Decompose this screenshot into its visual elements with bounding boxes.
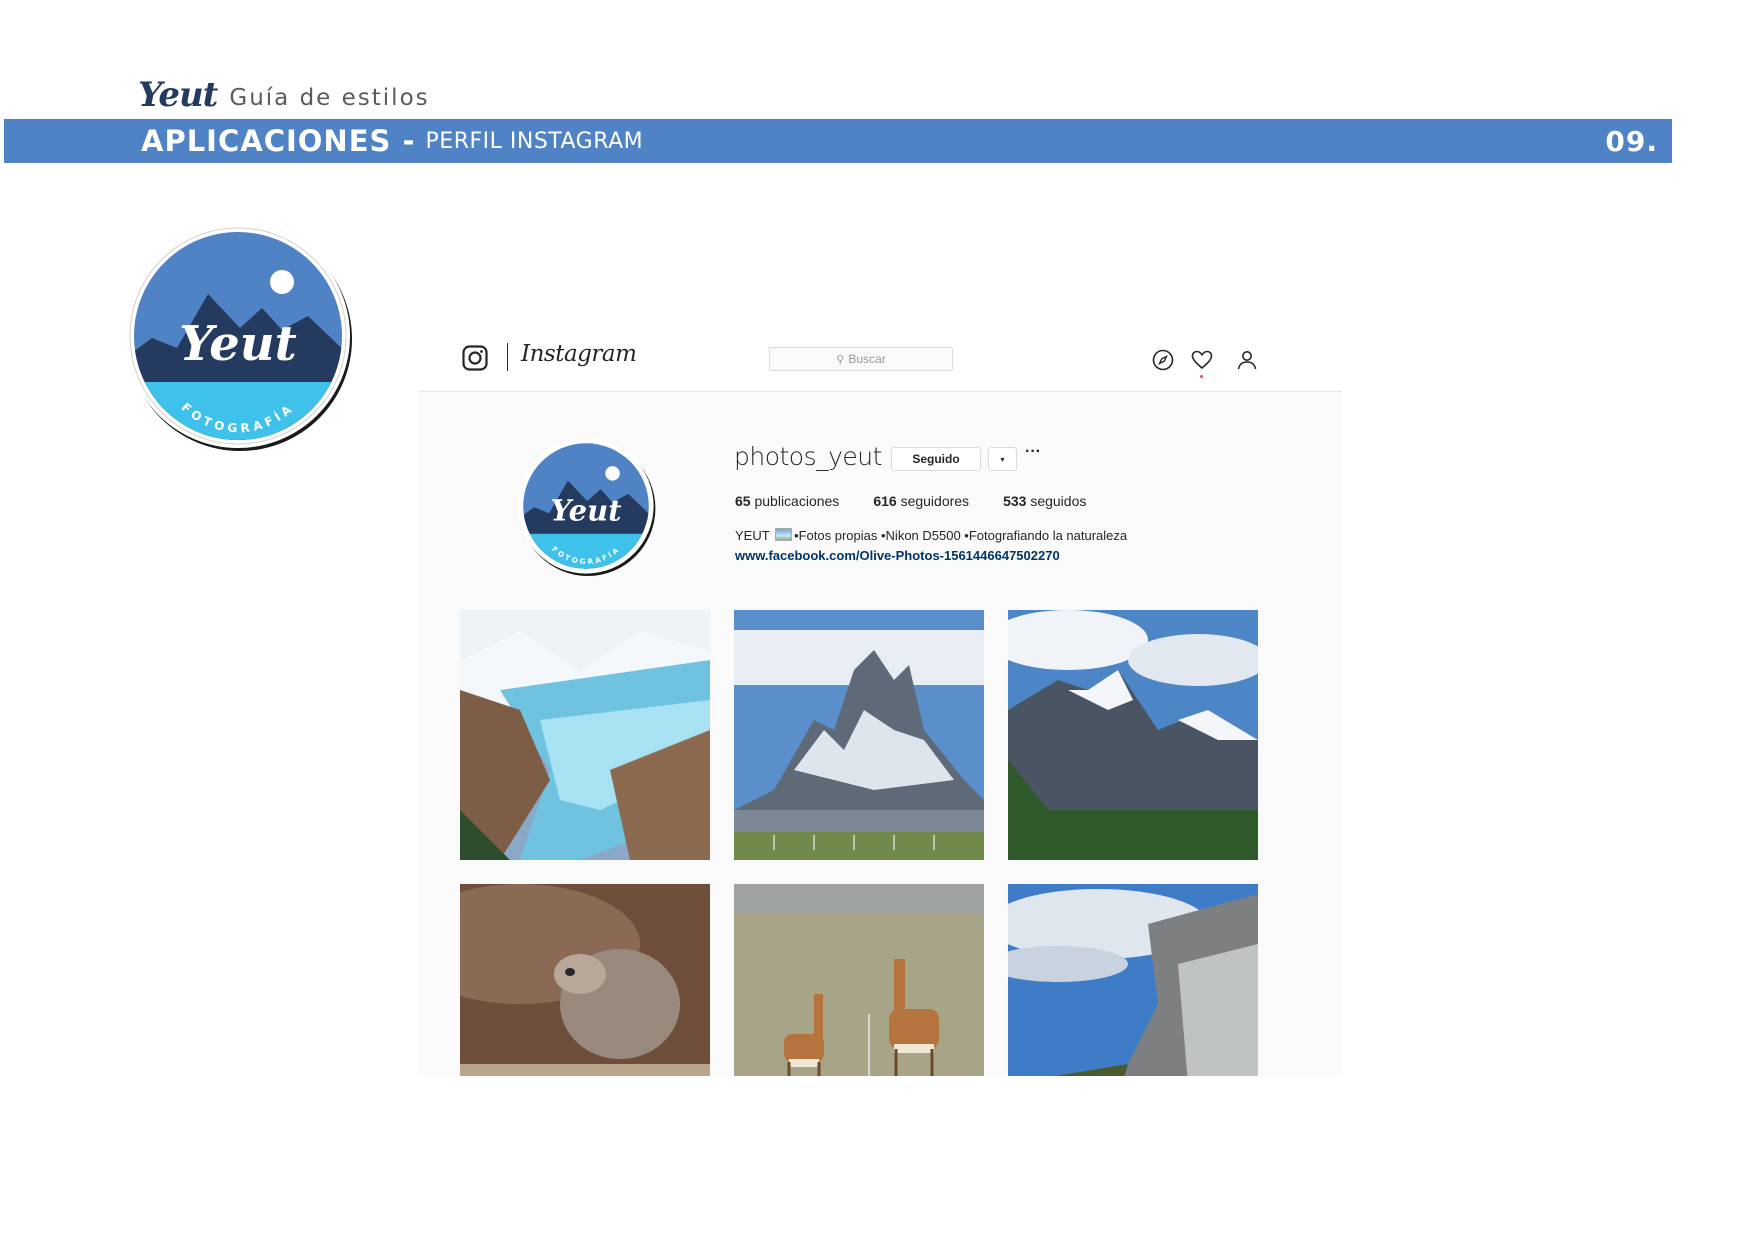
post-thumbnail[interactable] (1008, 884, 1258, 1076)
instagram-wordmark[interactable]: Instagram (521, 341, 637, 367)
post-thumbnail[interactable] (460, 884, 710, 1076)
section-title: APLICACIONES - (141, 124, 416, 158)
search-input[interactable]: ⚲ Buscar (769, 347, 953, 371)
navbar-divider (507, 343, 508, 371)
logo-badge-large: Yeut FOTOGRAFÍA (122, 220, 354, 452)
post-thumbnail[interactable] (460, 610, 710, 860)
profile-bio: YEUT •Fotos propias •Nikon D5500 •Fotogr… (735, 528, 1127, 543)
notification-dot (1200, 375, 1203, 378)
post-thumbnail[interactable] (734, 610, 984, 860)
page-number: 09. (1605, 124, 1658, 158)
instagram-camera-icon[interactable] (462, 345, 488, 371)
user-icon[interactable] (1235, 348, 1259, 372)
stat-followers[interactable]: 616 seguidores (873, 493, 969, 509)
guide-header: Yeut Guía de estilos (138, 76, 430, 112)
bio-text: •Fotos propias •Nikon D5500 •Fotografian… (794, 528, 1128, 543)
profile-avatar[interactable]: Yeut FOTOGRAFÍA (516, 436, 656, 576)
following-button[interactable]: Seguido (891, 447, 981, 471)
avatar-logo-name: Yeut (551, 493, 623, 527)
instagram-navbar: Instagram ⚲ Buscar (419, 331, 1342, 392)
heart-icon[interactable] (1190, 348, 1214, 372)
moon-icon (270, 270, 294, 294)
post-thumbnail[interactable] (1008, 610, 1258, 860)
profile-username: photos_yeut (734, 442, 882, 471)
stat-posts: 65 publicaciones (735, 493, 840, 509)
logo-name: Yeut (179, 316, 297, 372)
more-options-icon[interactable]: ··· (1025, 443, 1041, 461)
suggestions-dropdown-button[interactable]: ▾ (988, 447, 1017, 471)
search-placeholder: Buscar (848, 352, 886, 366)
stat-following[interactable]: 533 seguidos (1003, 493, 1086, 509)
post-thumbnail[interactable] (734, 884, 984, 1076)
profile-website-link[interactable]: www.facebook.com/Olive-Photos-1561446647… (735, 548, 1060, 563)
search-icon: ⚲ (836, 353, 845, 366)
landscape-emoji-icon (775, 528, 793, 541)
bio-name: YEUT (735, 528, 770, 543)
compass-icon[interactable] (1151, 348, 1175, 372)
section-subtitle: PERFIL INSTAGRAM (425, 128, 644, 154)
brand-wordmark: Yeut (138, 75, 218, 115)
profile-stats: 65 publicaciones 616 seguidores 533 segu… (735, 493, 1120, 509)
guide-subtitle: Guía de estilos (229, 85, 430, 111)
moon-icon (605, 466, 620, 481)
section-band: APLICACIONES - PERFIL INSTAGRAM 09. (4, 119, 1672, 163)
